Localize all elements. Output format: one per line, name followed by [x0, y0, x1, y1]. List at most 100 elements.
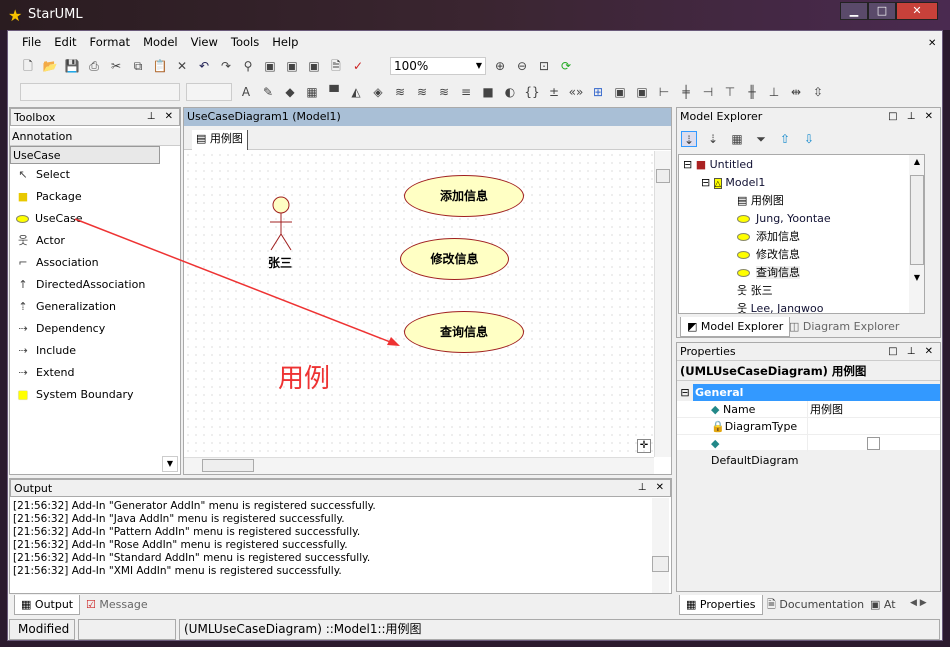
properties-header: Properties □ ⊥ ✕ [677, 343, 940, 361]
usecase-icon [737, 215, 750, 223]
model-icon: △ [713, 178, 722, 189]
explorer-toolbar: ⇣ ⇣ ▦ ⏷ ⇧ ⇩ [677, 126, 940, 152]
property-icon: ◆ [711, 437, 720, 450]
diagram-icon: ▤ [737, 194, 748, 207]
log-line: [21:56:32] Add-In "Java AddIn" menu is r… [13, 513, 345, 525]
log-line: [21:56:32] Add-In "Generator AddIn" menu… [13, 500, 376, 512]
tree-node-model1[interactable]: ⊟ △ Model1 [679, 174, 924, 192]
message-icon: ☑ [86, 598, 96, 611]
status-modified: Modified [9, 619, 75, 640]
pin-icon[interactable]: □ ⊥ ✕ [888, 108, 936, 126]
output-icon: ▦ [21, 598, 32, 611]
properties-panel: Properties □ ⊥ ✕ (UMLUseCaseDiagram) 用例图 … [676, 342, 941, 592]
tab-label: Output [34, 598, 74, 611]
attachment-icon: ▣ [870, 598, 881, 611]
log-line: [21:56:32] Add-In "Pattern AddIn" menu i… [13, 526, 361, 538]
property-name: DefaultDiagram [711, 454, 799, 467]
tree-node-actor[interactable]: 웃 张三 [679, 282, 924, 300]
log-line: [21:56:32] Add-In "Rose AddIn" menu is r… [13, 539, 348, 551]
status-bar: Modified (UMLUseCaseDiagram) ::Model1::用… [9, 619, 940, 640]
properties-heading: (UMLUseCaseDiagram) 用例图 [677, 361, 940, 381]
tab-attachments[interactable]: ▣ At [864, 595, 902, 615]
usecase-icon [737, 233, 750, 241]
lock-icon: 🔒 [711, 420, 725, 433]
group-label: General [693, 384, 940, 401]
node-label: 修改信息 [756, 248, 800, 261]
tree-node-diagram[interactable]: ▤ 用例图 [679, 192, 924, 210]
property-name: DiagramType [724, 420, 798, 433]
diagram-explorer-icon: ◫ [789, 320, 800, 333]
property-icon: ◆ [711, 403, 720, 416]
node-label: 张三 [750, 284, 773, 297]
node-label: 用例图 [750, 194, 784, 207]
property-row-name[interactable]: ◆ Name 用例图 [677, 401, 940, 418]
node-label: Lee, Jangwoo [750, 302, 824, 314]
model-explorer-icon: ◩ [687, 320, 698, 333]
node-label: 查询信息 [756, 266, 800, 279]
tree-node-usecase[interactable]: Jung, Yoontae [679, 210, 924, 228]
tab-label: Documentation [779, 598, 865, 611]
tree-node-usecase[interactable]: 查询信息 [679, 264, 924, 282]
status-path: (UMLUseCaseDiagram) ::Model1::用例图 [179, 619, 940, 640]
tab-label: At [883, 598, 896, 611]
move-up-icon[interactable]: ⇧ [777, 131, 793, 147]
sort-alpha-icon[interactable]: ⇣ [705, 131, 721, 147]
property-row-diagramtype[interactable]: 🔒DiagramType [677, 418, 940, 435]
tab-label: Properties [699, 598, 756, 611]
model-explorer-panel: Model Explorer □ ⊥ ✕ ⇣ ⇣ ▦ ⏷ ⇧ ⇩ ⊟ ■ Untitled … [676, 107, 941, 338]
actor-icon: 웃 [737, 302, 748, 314]
log-line: [21:56:32] Add-In "Standard AddIn" menu … [13, 552, 371, 564]
node-label: 添加信息 [756, 230, 800, 243]
properties-title: Properties [680, 345, 736, 358]
property-grid: ⊟ General ◆ Name 用例图 🔒DiagramType ◆ Defaul… [677, 384, 940, 467]
property-row-defaultdiagram[interactable]: ◆ DefaultDiagram [677, 435, 940, 467]
sort-numeric-icon[interactable]: ⇣ [681, 131, 697, 147]
collapse-icon[interactable]: ⊟ [677, 384, 693, 401]
pin-icon[interactable]: □ ⊥ ✕ [888, 343, 936, 361]
pin-icon[interactable]: ⊥ ✕ [638, 479, 667, 497]
log-line: [21:56:32] Add-In "XMI AddIn" menu is re… [13, 565, 342, 577]
documentation-icon: 🗎 [767, 598, 776, 611]
tree-node-usecase[interactable]: 添加信息 [679, 228, 924, 246]
tab-scroll-arrows[interactable]: ◀ ▶ [910, 598, 927, 608]
view-icon[interactable]: ▦ [729, 131, 745, 147]
project-icon: ■ [695, 158, 707, 171]
output-header: Output ⊥ ✕ [10, 479, 671, 497]
usecase-icon [737, 269, 750, 277]
tree-node-actor[interactable]: 웃 Lee, Jangwoo [679, 300, 924, 314]
filter-icon[interactable]: ⏷ [753, 131, 769, 147]
property-group-general[interactable]: ⊟ General [677, 384, 940, 401]
tab-documentation[interactable]: 🗎 Documentation [761, 595, 870, 615]
property-value [807, 418, 808, 434]
node-label: Jung, Yoontae [756, 212, 831, 225]
properties-icon: ▦ [686, 598, 697, 611]
output-scrollbar[interactable] [652, 498, 669, 593]
tab-message[interactable]: ☑ Message [80, 595, 154, 615]
output-log: [21:56:32] Add-In "Generator AddIn" menu… [10, 497, 671, 578]
node-label: Untitled [709, 158, 754, 171]
node-label: Model1 [725, 176, 766, 189]
tab-output[interactable]: ▦ Output [14, 595, 81, 615]
usecase-icon [737, 251, 750, 259]
property-name: Name [722, 403, 756, 416]
tab-properties[interactable]: ▦ Properties [679, 595, 763, 615]
tree-scrollbar[interactable]: ▲ ▼ [909, 155, 924, 313]
collapse-icon[interactable]: ⊟ [701, 176, 710, 189]
output-panel: Output ⊥ ✕ [21:56:32] Add-In "Generator A… [9, 478, 672, 594]
tree-node-untitled[interactable]: ⊟ ■ Untitled [679, 156, 924, 174]
tree-node-usecase[interactable]: 修改信息 [679, 246, 924, 264]
collapse-icon[interactable]: ⊟ [683, 158, 692, 171]
model-tree: ⊟ ■ Untitled ⊟ △ Model1 ▤ 用例图 Jung, Yoon… [678, 154, 925, 314]
tab-label: Message [99, 598, 148, 611]
explorer-header: Model Explorer □ ⊥ ✕ [677, 108, 940, 126]
status-empty [78, 619, 176, 640]
default-diagram-checkbox[interactable] [867, 437, 880, 450]
explorer-title: Model Explorer [680, 110, 763, 123]
tab-model-explorer[interactable]: ◩ Model Explorer [680, 317, 791, 337]
property-value[interactable]: 用例图 [807, 401, 843, 417]
actor-icon: 웃 [737, 284, 748, 297]
tab-diagram-explorer[interactable]: ◫ Diagram Explorer [783, 317, 905, 337]
output-title: Output [14, 482, 53, 495]
move-down-icon[interactable]: ⇩ [801, 131, 817, 147]
tab-label: Model Explorer [700, 320, 784, 333]
